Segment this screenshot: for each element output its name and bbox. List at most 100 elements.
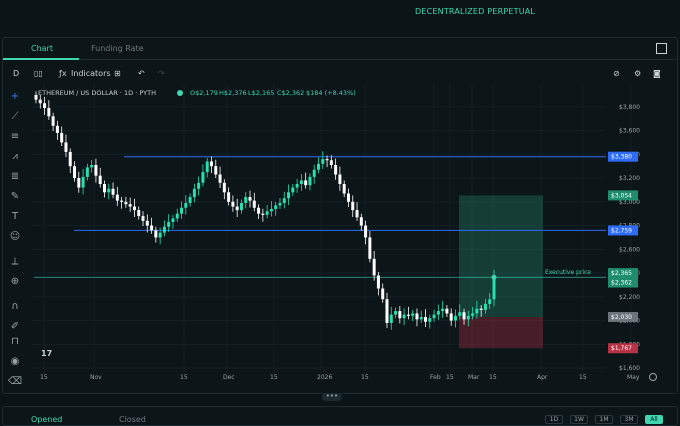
range-all[interactable]: All: [645, 415, 663, 424]
candle-body: [64, 142, 68, 152]
x-tick-label: 15: [489, 374, 497, 381]
gear-icon[interactable]: ⚙: [634, 69, 641, 78]
candle-body: [235, 206, 239, 211]
candle-body: [406, 314, 410, 316]
tab-closed[interactable]: Closed: [119, 415, 146, 424]
candle-body: [385, 299, 389, 323]
brush-icon[interactable]: ✎: [7, 190, 23, 204]
pattern-icon[interactable]: ⩘: [7, 150, 23, 164]
candle-body: [466, 315, 470, 320]
candle-body: [312, 169, 316, 177]
candle-body: [321, 159, 325, 164]
emoji-icon[interactable]: ☺: [7, 230, 23, 244]
ohlc-high: H$2,376: [219, 89, 247, 97]
candle-type-icon[interactable]: ▯▯: [34, 69, 43, 78]
x-tick-label: 15: [361, 374, 369, 381]
text-icon[interactable]: T: [7, 210, 23, 224]
x-tick-label: 15: [270, 374, 278, 381]
candle-body: [329, 160, 333, 165]
candle-body: [47, 108, 51, 117]
candle-body: [55, 125, 59, 133]
candle-body: [43, 103, 47, 108]
magnet-settings-icon[interactable]: ⊘: [613, 69, 620, 78]
candle-body: [132, 206, 136, 211]
horizontal-lines-icon[interactable]: ≡: [7, 130, 23, 144]
header-title: DECENTRALIZED PERPETUAL: [415, 7, 536, 16]
candle-body: [184, 203, 188, 208]
candle-body: [222, 182, 226, 193]
label-3054: $3,054: [611, 192, 632, 199]
candle-body: [317, 163, 321, 170]
candle-body: [282, 198, 286, 203]
candle-body: [471, 313, 475, 316]
layout-icon[interactable]: ⊞: [114, 69, 121, 78]
candle-body: [364, 225, 368, 238]
candle-body: [231, 201, 235, 207]
candle-body: [376, 275, 380, 289]
candle-body: [355, 210, 359, 218]
crosshair-icon[interactable]: +: [7, 90, 23, 104]
x-tick-label: Mar: [468, 374, 480, 381]
y-tick-label: $3,800: [619, 104, 640, 111]
candle-body: [479, 308, 483, 310]
zoom-icon[interactable]: ⊕: [7, 275, 23, 289]
label-2362: $2,362: [611, 280, 632, 287]
eye-icon[interactable]: ◉: [7, 355, 23, 369]
candle-body: [73, 166, 77, 179]
y-tick-label: $3,600: [619, 128, 640, 135]
camera-icon[interactable]: ◙: [653, 69, 661, 78]
candle-body: [145, 220, 149, 226]
candle-body: [441, 308, 445, 312]
range-1d[interactable]: 1D: [545, 415, 563, 424]
time-axis: 15 Nov 15 Dec 15 2026 15 Feb 15 Mar 15 Apr 15 May: [40, 373, 657, 381]
trash-icon[interactable]: ⌫: [7, 375, 23, 389]
y-tick-label: $3,200: [619, 175, 640, 182]
candle-body: [449, 313, 453, 321]
candle-body: [299, 180, 303, 184]
candle-body: [334, 165, 338, 175]
fullscreen-icon[interactable]: [656, 43, 667, 54]
interval-button[interactable]: D: [13, 69, 19, 78]
top-bar: DECENTRALIZED PERPETUAL: [0, 0, 680, 30]
candle-body: [167, 222, 171, 227]
candle-body: [483, 303, 487, 310]
indicators-button[interactable]: Indicators: [71, 69, 111, 78]
undo-icon[interactable]: ↶: [138, 69, 145, 78]
indicators-icon[interactable]: ƒx: [59, 69, 67, 78]
candle-body: [342, 184, 346, 194]
fib-icon[interactable]: ≣: [7, 170, 23, 184]
status-dot: [177, 90, 183, 96]
resize-handle[interactable]: •••: [322, 393, 342, 401]
price-chart[interactable]: .tick { font-family: "DejaVu Sans", sans…: [32, 84, 668, 390]
magnet-icon[interactable]: ∩: [7, 300, 23, 314]
tab-opened[interactable]: Opened: [31, 415, 62, 424]
tab-funding-rate[interactable]: Funding Rate: [91, 44, 144, 53]
y-tick-label: $2,600: [619, 246, 640, 253]
ruler-icon[interactable]: ⟂: [7, 255, 23, 269]
executive-price-label: Executive price: [545, 269, 591, 276]
tab-chart[interactable]: Chart: [31, 44, 53, 53]
tradingview-logo: 17: [41, 349, 52, 358]
pencil-lock-icon[interactable]: ✐: [7, 320, 23, 334]
range-3m[interactable]: 3M: [620, 415, 638, 424]
candle-body: [128, 204, 132, 207]
candle-body: [171, 218, 175, 222]
candle-body: [51, 116, 55, 126]
candle-body: [445, 308, 449, 314]
candle-body: [287, 192, 291, 199]
positions-panel: Opened Closed 1D 1W 1M 3M All: [2, 406, 678, 426]
trendline-icon[interactable]: ⟋: [7, 110, 23, 124]
candle-body: [60, 132, 64, 143]
range-1m[interactable]: 1M: [595, 415, 613, 424]
candle-body: [488, 299, 492, 304]
candle-body: [38, 99, 42, 104]
x-tick-label: Nov: [90, 374, 102, 381]
price-axis: $3,800$3,600$3,400$3,200$3,000$2,800$2,6…: [619, 104, 640, 372]
range-1w[interactable]: 1W: [570, 415, 588, 424]
candle-body: [304, 180, 308, 186]
redo-icon[interactable]: ↷: [158, 69, 165, 78]
lock-icon[interactable]: ⊓: [7, 335, 23, 349]
active-tab-indicator: [3, 58, 79, 60]
candle-body: [141, 216, 145, 221]
last-price-dot: [491, 274, 497, 280]
